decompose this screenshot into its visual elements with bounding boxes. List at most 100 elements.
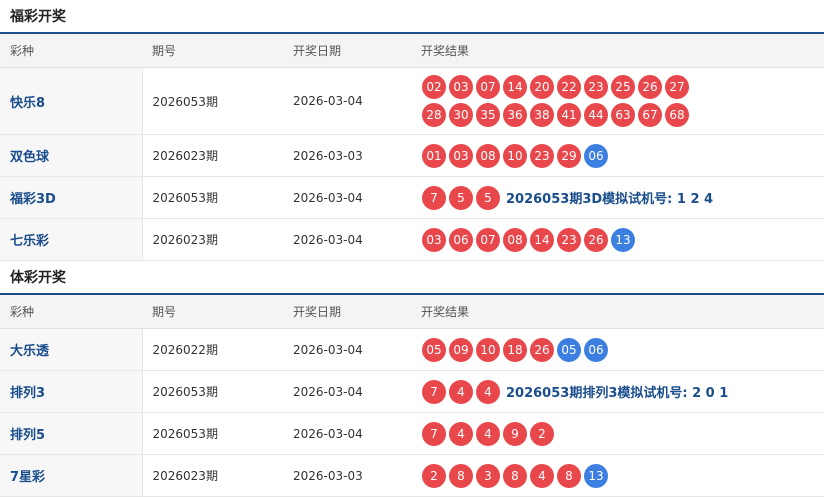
ticai-section: 体彩开奖 彩种 期号 开奖日期 开奖结果 大乐透 2026022期 2026-03-… [0,261,824,497]
red-ball: 07 [476,227,500,252]
draw-result: 05 09 10 18 26 05 06 [411,328,824,371]
issue-number: 2026022期 [142,328,283,371]
red-ball: 29 [557,143,581,168]
table-row: 排列3 2026053期 2026-03-04 7 4 4 2026053期排列3模拟试机号… [0,370,824,413]
red-ball: 4 [449,379,473,404]
red-ball: 22 [557,75,581,99]
red-ball: 03 [422,227,446,252]
draw-date: 2026-03-03 [283,454,411,497]
draw-result: 7 4 4 2026053期排列3模拟试机号: 2 0 1 [411,370,824,413]
red-ball: 30 [449,103,473,127]
table-header-row: 彩种 期号 开奖日期 开奖结果 [0,295,824,329]
draw-date: 2026-03-04 [283,218,411,261]
number-balls: 755 [422,184,503,212]
table-row: 福彩3D 2026053期 2026-03-04 7 5 5 2026053期3D模拟试机号… [0,176,824,219]
issue-number: 2026023期 [142,454,283,497]
table-row: 七乐彩 2026023期 2026-03-04 03 06 07 08 14 23 26 13 [0,218,824,261]
red-ball: 63 [611,103,635,127]
blue-ball: 13 [611,227,635,252]
red-ball: 18 [503,337,527,362]
fucai-results-table: 彩种 期号 开奖日期 开奖结果 快乐8 2026053期 2026-03-04 02 0… [0,34,824,261]
red-ball: 10 [503,143,527,168]
red-ball: 07 [476,75,500,99]
draw-result: 2 8 3 8 4 8 13 [411,454,824,497]
red-ball: 7 [422,185,446,210]
ticai-rows: 大乐透 2026022期 2026-03-04 05 09 10 18 26 05 06 排列3 20… [0,328,824,497]
trial-number-link[interactable]: 2026053期排列3模拟试机号: 2 0 1 [506,382,728,401]
lottery-name-link[interactable]: 排列3 [0,370,143,413]
fucai-section-title: 福彩开奖 [0,0,824,34]
red-ball: 68 [665,103,689,127]
table-row: 排列5 2026053期 2026-03-04 7 4 4 9 2 [0,412,824,455]
number-balls: 05 09 10 18 26 05 06 [422,336,702,364]
number-balls: 01 03 08 10 23 29 06 [422,142,702,170]
red-ball: 14 [530,227,554,252]
red-ball: 27 [665,75,689,99]
lottery-name-link[interactable]: 双色球 [0,134,143,177]
red-ball: 02 [422,75,446,99]
red-ball: 20 [530,75,554,99]
red-ball: 26 [638,75,662,99]
header-draw-result: 开奖结果 [411,295,824,329]
table-header-row: 彩种 期号 开奖日期 开奖结果 [0,34,824,68]
red-ball: 03 [449,75,473,99]
red-ball: 06 [449,227,473,252]
lottery-name-link[interactable]: 7星彩 [0,454,143,497]
header-draw-date: 开奖日期 [283,34,411,68]
red-ball: 4 [476,379,500,404]
red-ball: 36 [503,103,527,127]
table-row: 双色球 2026023期 2026-03-03 01 03 08 10 23 29 06 [0,134,824,177]
draw-result: 01 03 08 10 23 29 06 [411,134,824,177]
blue-ball: 06 [584,143,608,168]
red-ball: 25 [611,75,635,99]
red-ball: 08 [476,143,500,168]
red-ball: 38 [530,103,554,127]
red-ball: 23 [530,143,554,168]
ticai-section-title: 体彩开奖 [0,261,824,295]
red-ball: 09 [449,337,473,362]
red-ball: 23 [584,75,608,99]
red-ball: 35 [476,103,500,127]
draw-date: 2026-03-03 [283,134,411,177]
red-ball: 44 [584,103,608,127]
red-ball: 41 [557,103,581,127]
draw-date: 2026-03-04 [283,328,411,371]
issue-number: 2026053期 [142,370,283,413]
ticai-results-table: 彩种 期号 开奖日期 开奖结果 大乐透 2026022期 2026-03-04 05 0… [0,295,824,497]
draw-date: 2026-03-04 [283,176,411,219]
draw-result: 03 06 07 08 14 23 26 13 [411,218,824,261]
red-ball: 67 [638,103,662,127]
header-lottery-type: 彩种 [0,295,142,329]
red-ball: 2 [530,421,554,446]
draw-date: 2026-03-04 [283,67,411,135]
lottery-name-link[interactable]: 快乐8 [0,67,143,135]
draw-date: 2026-03-04 [283,370,411,413]
red-ball: 4 [449,421,473,446]
header-issue: 期号 [142,34,283,68]
fucai-rows: 快乐8 2026053期 2026-03-04 02 03 07 14 20 22 23 25 26 2… [0,67,824,261]
red-ball: 23 [557,227,581,252]
issue-number: 2026053期 [142,176,283,219]
lottery-name-link[interactable]: 排列5 [0,412,143,455]
red-ball: 14 [503,75,527,99]
issue-number: 2026023期 [142,218,283,261]
table-row: 大乐透 2026022期 2026-03-04 05 09 10 18 26 05 06 [0,328,824,371]
lottery-name-link[interactable]: 福彩3D [0,176,143,219]
red-ball: 05 [422,337,446,362]
red-ball: 26 [530,337,554,362]
draw-result: 7 5 5 2026053期3D模拟试机号: 1 2 4 [411,176,824,219]
trial-number-link[interactable]: 2026053期3D模拟试机号: 1 2 4 [506,188,713,207]
number-balls: 2 8 3 8 4 8 13 [422,462,702,490]
header-lottery-type: 彩种 [0,34,142,68]
issue-number: 2026053期 [142,412,283,455]
number-balls: 02 03 07 14 20 22 23 25 26 27 28 30 35 36 38 41 44 63 67 68 [422,73,702,129]
table-row: 快乐8 2026053期 2026-03-04 02 03 07 14 20 22 23 25 26 2… [0,67,824,135]
issue-number: 2026053期 [142,67,283,135]
lottery-name-link[interactable]: 七乐彩 [0,218,143,261]
blue-ball: 05 [557,337,581,362]
red-ball: 10 [476,337,500,362]
red-ball: 08 [503,227,527,252]
number-balls: 744 [422,378,503,406]
lottery-name-link[interactable]: 大乐透 [0,328,143,371]
red-ball: 5 [476,185,500,210]
